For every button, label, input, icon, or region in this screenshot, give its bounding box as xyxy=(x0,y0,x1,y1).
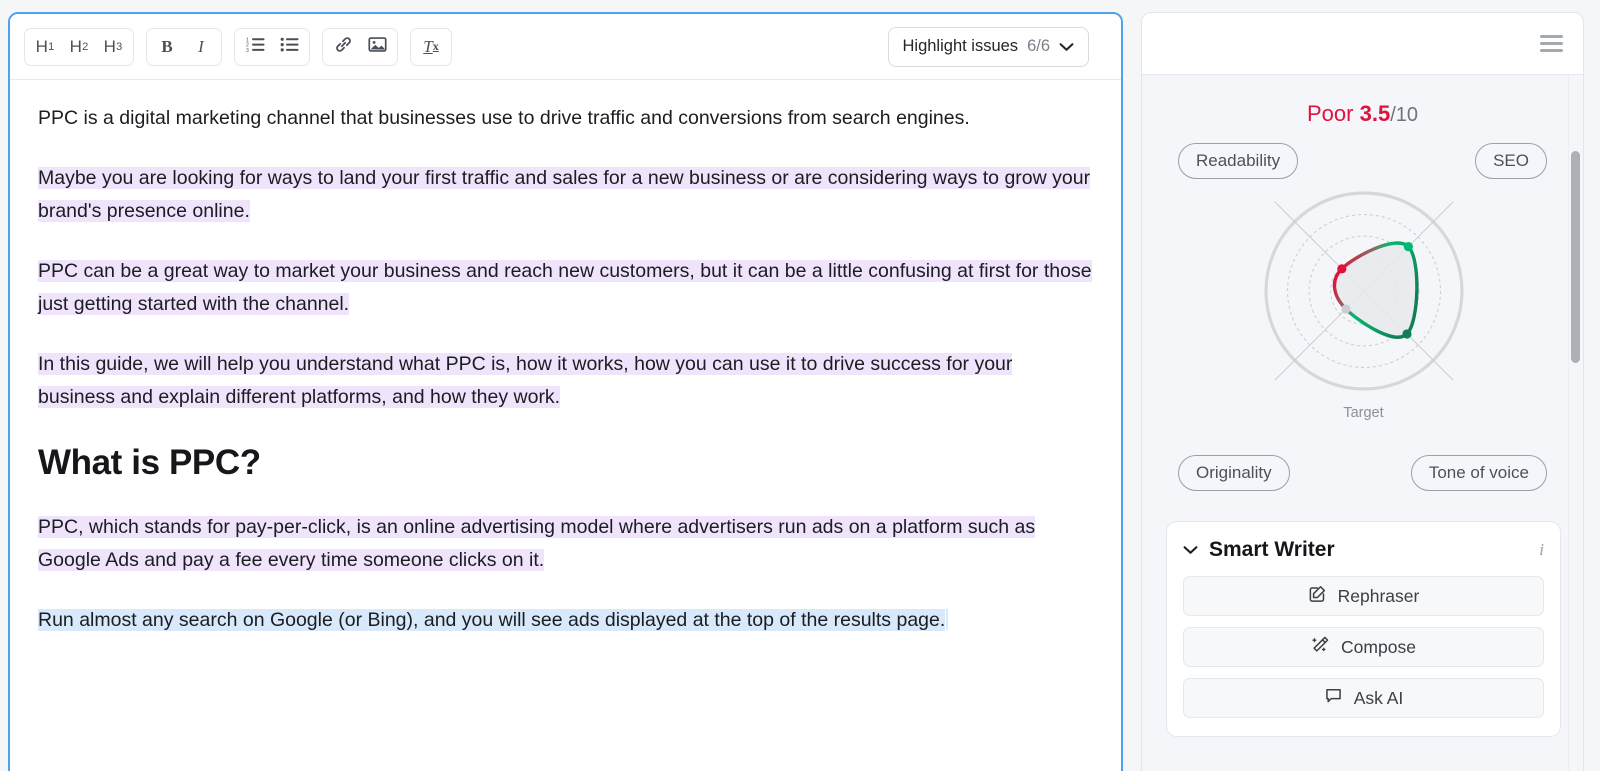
document-text: PPC can be a great way to market your bu… xyxy=(38,260,1092,315)
radar-svg xyxy=(1263,191,1464,391)
document-text: Maybe you are looking for ways to land y… xyxy=(38,167,1091,222)
document-paragraph: PPC is a digital marketing channel that … xyxy=(38,102,1093,135)
h1-button[interactable]: H1 xyxy=(28,31,62,63)
text-caret xyxy=(946,609,948,630)
highlight-issues-label: Highlight issues xyxy=(902,37,1019,55)
document-text: In this guide, we will help you understa… xyxy=(38,353,1013,408)
chip-seo[interactable]: SEO xyxy=(1475,143,1547,179)
document-text: PPC, which stands for pay-per-click, is … xyxy=(38,516,1036,571)
radar-target-label: Target xyxy=(1343,405,1384,421)
chevron-down-icon[interactable] xyxy=(1183,545,1198,555)
document-paragraph: Run almost any search on Google (or Bing… xyxy=(38,604,1093,637)
document-text: What is PPC? xyxy=(38,443,261,482)
quality-radar-chart: Target xyxy=(1142,181,1583,431)
document-paragraph: PPC, which stands for pay-per-click, is … xyxy=(38,511,1093,577)
info-icon[interactable]: i xyxy=(1539,540,1544,560)
editor-toolbar: H1 H2 H3 B I 1 2 3 T x Highlight issues … xyxy=(10,14,1121,80)
document-paragraph: In this guide, we will help you understa… xyxy=(38,348,1093,414)
insert-button-group xyxy=(322,27,398,66)
h3-subscript: 3 xyxy=(116,40,123,53)
clear-format-letter: T xyxy=(423,36,433,56)
image-icon xyxy=(367,36,387,58)
chat-bubble-icon xyxy=(1324,686,1343,710)
highlight-issues-count: 6/6 xyxy=(1027,37,1050,55)
clear-formatting-button[interactable]: Tx xyxy=(414,31,448,63)
rephraser-label: Rephraser xyxy=(1337,585,1420,606)
radar-area-fill xyxy=(1333,242,1417,338)
smart-writer-title: Smart Writer xyxy=(1209,538,1335,561)
list-button-group: 1 2 3 xyxy=(234,27,310,66)
smart-writer-card: Smart Writer i Rephraser Compose Ask AI xyxy=(1166,521,1561,737)
h3-button[interactable]: H3 xyxy=(96,31,130,63)
ask-ai-label: Ask AI xyxy=(1353,687,1404,708)
document-paragraph: PPC can be a great way to market your bu… xyxy=(38,255,1093,321)
chip-readability[interactable]: Readability xyxy=(1178,143,1299,179)
hamburger-menu-icon[interactable] xyxy=(1536,31,1567,56)
bold-button[interactable]: B xyxy=(150,31,184,63)
link-icon xyxy=(334,35,353,59)
score-value: 3.5 xyxy=(1359,101,1391,126)
link-button[interactable] xyxy=(326,31,360,63)
document-text: PPC is a digital marketing channel that … xyxy=(38,107,970,129)
pencil-square-icon xyxy=(1308,584,1327,608)
chip-originality[interactable]: Originality xyxy=(1178,455,1290,491)
ordered-list-button[interactable]: 1 2 3 xyxy=(238,31,272,63)
overall-score: Poor 3.5/10 xyxy=(1142,101,1583,127)
score-max: /10 xyxy=(1390,104,1418,126)
compose-label: Compose xyxy=(1341,636,1416,657)
score-rating-word: Poor xyxy=(1306,101,1354,126)
h2-button[interactable]: H2 xyxy=(62,31,96,63)
clear-format-button-group: Tx xyxy=(410,27,452,66)
rephraser-button[interactable]: Rephraser xyxy=(1183,576,1544,616)
hamburger-line xyxy=(1540,35,1563,38)
h2-subscript: 2 xyxy=(82,40,89,53)
document-body[interactable]: PPC is a digital marketing channel that … xyxy=(10,80,1121,771)
compose-button[interactable]: Compose xyxy=(1183,627,1544,667)
assistant-panel: Poor 3.5/10 Readability SEO Target Origi… xyxy=(1141,12,1584,771)
hamburger-line xyxy=(1540,49,1563,52)
svg-text:3: 3 xyxy=(246,47,249,52)
highlight-issues-dropdown[interactable]: Highlight issues 6/6 xyxy=(887,26,1089,67)
text-style-button-group: B I xyxy=(146,27,222,66)
radar-point-tone-of-voice[interactable] xyxy=(1401,329,1412,339)
radar-point-readability[interactable] xyxy=(1336,264,1346,274)
metric-chips-top: Readability SEO xyxy=(1142,143,1583,179)
bullet-list-button[interactable] xyxy=(272,31,306,63)
ordered-list-icon: 1 2 3 xyxy=(246,36,265,58)
clear-format-x: x xyxy=(432,39,439,53)
document-paragraph: Maybe you are looking for ways to land y… xyxy=(38,162,1093,228)
ask-ai-button[interactable]: Ask AI xyxy=(1183,678,1544,718)
radar-point-seo[interactable] xyxy=(1403,242,1413,252)
editor-panel: H1 H2 H3 B I 1 2 3 T x Highlight issues … xyxy=(8,12,1123,771)
bullet-list-icon xyxy=(280,36,299,58)
document-heading: What is PPC? xyxy=(38,441,1093,485)
hamburger-line xyxy=(1540,42,1563,45)
metric-chips-bottom: Originality Tone of voice xyxy=(1142,455,1583,491)
chip-tone-of-voice[interactable]: Tone of voice xyxy=(1410,455,1547,491)
chevron-down-icon xyxy=(1059,42,1074,52)
smart-writer-header: Smart Writer i xyxy=(1183,538,1544,562)
image-button[interactable] xyxy=(360,31,394,63)
h1-subscript: 1 xyxy=(48,40,55,53)
magic-wand-icon xyxy=(1311,635,1330,659)
document-text: Run almost any search on Google (or Bing… xyxy=(38,609,946,631)
heading-button-group: H1 H2 H3 xyxy=(24,27,134,66)
italic-button[interactable]: I xyxy=(184,31,218,63)
app-root: H1 H2 H3 B I 1 2 3 T x Highlight issues … xyxy=(0,0,1600,771)
radar-point-originality[interactable] xyxy=(1340,304,1351,314)
assistant-panel-header xyxy=(1142,13,1583,75)
